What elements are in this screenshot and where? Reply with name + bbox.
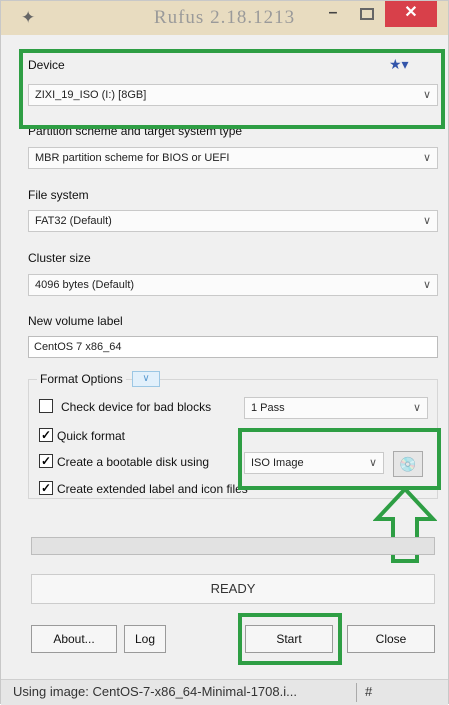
cluster-select[interactable]: 4096 bytes (Default) ∨	[28, 274, 438, 296]
partition-select[interactable]: MBR partition scheme for BIOS or UEFI ∨	[28, 147, 438, 169]
maximize-button[interactable]	[353, 1, 381, 27]
status-text: READY	[31, 574, 435, 604]
bad-blocks-label: Check device for bad blocks	[61, 400, 212, 414]
close-button[interactable]: Close	[347, 625, 435, 653]
progress-bar	[31, 537, 435, 555]
quick-format-label: Quick format	[57, 429, 126, 443]
about-button[interactable]: About...	[31, 625, 117, 653]
format-options-toggle[interactable]: ∨	[132, 371, 160, 387]
passes-select[interactable]: 1 Pass ∨	[244, 397, 428, 419]
passes-select-value: 1 Pass	[251, 402, 285, 414]
bootable-label: Create a bootable disk using	[57, 455, 210, 469]
title-bar: ✦ Rufus 2.18.1213 – ✕	[1, 1, 448, 35]
check-icon: ✓	[40, 481, 52, 495]
close-icon: ✕	[404, 4, 418, 21]
volume-label-caption: New volume label	[28, 314, 123, 328]
quick-format-checkbox[interactable]: ✓	[39, 428, 53, 442]
cluster-label: Cluster size	[28, 251, 91, 265]
status-bar-divider	[356, 683, 357, 702]
minimize-icon: –	[328, 4, 338, 21]
chevron-down-icon: ∨	[422, 152, 431, 164]
format-options-label: Format Options	[37, 372, 126, 386]
hash-button[interactable]: #	[365, 680, 372, 704]
minimize-button[interactable]: –	[319, 1, 347, 27]
filesystem-label: File system	[28, 188, 89, 202]
close-window-button[interactable]: ✕	[385, 1, 437, 27]
check-icon: ✓	[40, 428, 52, 442]
chevron-down-icon: ∨	[142, 373, 150, 384]
log-button[interactable]: Log	[124, 625, 166, 653]
chevron-down-icon: ∨	[412, 402, 421, 414]
maximize-icon	[360, 8, 374, 20]
iso-highlight-box	[238, 428, 441, 490]
status-bar-text: Using image: CentOS-7-x86_64-Minimal-170…	[13, 684, 297, 699]
status-bar: Using image: CentOS-7-x86_64-Minimal-170…	[1, 679, 448, 705]
volume-label-input[interactable]: CentOS 7 x86_64	[28, 336, 438, 358]
rufus-window: ✦ Rufus 2.18.1213 – ✕ Device ★▾ ZIXI_19_…	[0, 0, 449, 705]
bad-blocks-checkbox[interactable]	[39, 399, 53, 413]
filesystem-select[interactable]: FAT32 (Default) ∨	[28, 210, 438, 232]
extended-label-label: Create extended label and icon files	[57, 482, 248, 496]
partition-select-value: MBR partition scheme for BIOS or UEFI	[35, 152, 230, 164]
chevron-down-icon: ∨	[422, 279, 431, 291]
device-highlight-box	[19, 49, 445, 129]
chevron-down-icon: ∨	[422, 215, 431, 227]
check-icon: ✓	[40, 454, 52, 468]
cluster-select-value: 4096 bytes (Default)	[35, 279, 135, 291]
start-button[interactable]: Start	[245, 625, 333, 653]
filesystem-select-value: FAT32 (Default)	[35, 215, 112, 227]
bootable-checkbox[interactable]: ✓	[39, 454, 53, 468]
extended-label-checkbox[interactable]: ✓	[39, 481, 53, 495]
